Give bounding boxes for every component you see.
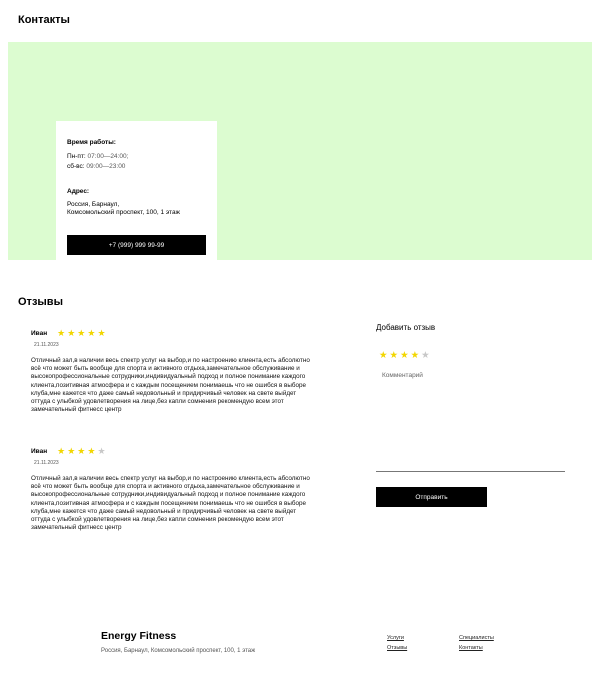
star-filled-icon[interactable]: ★ [390,351,399,361]
star-filled-icon: ★ [87,445,96,456]
phone-button[interactable]: +7 (999) 999 99-99 [67,235,206,255]
hours-weekdays-time: 07:00—24:00; [87,153,129,160]
submit-button[interactable]: Отправить [376,487,487,507]
rating-input[interactable]: ★ ★ ★ ★ ★ [379,351,430,361]
hours-weekend: сб-вс: 09:00—23:00 [67,163,125,172]
star-filled-icon[interactable]: ★ [379,351,388,361]
reviews-title: Отзывы [18,296,63,308]
star-filled-icon[interactable]: ★ [400,351,409,361]
contact-card: Время работы: Пн-пт: 07:00—24:00; сб-вс:… [56,121,217,266]
review-rating: ★ ★ ★ ★ ★ [57,445,106,456]
review-date: 21.11.2023 [34,460,59,466]
footer-address: Россия, Барнаул, Комсомольский проспект,… [101,648,256,654]
star-filled-icon: ★ [77,327,86,338]
star-filled-icon: ★ [57,327,66,338]
hours-weekend-day: сб-вс: [67,163,85,170]
footer-link-services[interactable]: Услуги [387,635,404,641]
star-filled-icon: ★ [87,327,96,338]
review-author: Иван [31,329,48,337]
working-hours-label: Время работы: [67,139,116,146]
review-rating: ★ ★ ★ ★ ★ [57,327,106,338]
footer-link-reviews[interactable]: Отзывы [387,645,407,651]
map-area[interactable]: Время работы: Пн-пт: 07:00—24:00; сб-вс:… [8,42,592,266]
star-filled-icon[interactable]: ★ [411,351,420,361]
page-title: Контакты [18,14,70,26]
hours-weekdays: Пн-пт: 07:00—24:00; [67,153,128,162]
review-text: Отличный зал,в наличии весь спектр услуг… [31,357,310,414]
star-filled-icon: ★ [97,327,106,338]
address-line-2: Комсомольский проспект, 100, 1 этаж [67,209,180,216]
address-label: Адрес: [67,188,90,195]
star-filled-icon: ★ [57,445,66,456]
review-item: Иван ★ ★ ★ ★ ★ 21.11.2023 Отличный зал,в нал… [31,446,311,532]
review-date: 21.11.2023 [34,342,59,348]
review-text: Отличный зал,в наличии весь спектр услуг… [31,475,310,532]
star-filled-icon: ★ [67,445,76,456]
hours-weekdays-day: Пн-пт: [67,153,86,160]
star-empty-icon: ★ [97,445,106,456]
comment-field[interactable] [376,368,565,472]
star-filled-icon: ★ [77,445,86,456]
star-empty-icon[interactable]: ★ [421,351,430,361]
footer-brand: Energy Fitness [101,630,177,642]
star-filled-icon: ★ [67,327,76,338]
hours-weekend-time: 09:00—23:00 [86,163,126,170]
footer-link-contacts[interactable]: Контакты [459,645,483,651]
add-review-title: Добавить отзыв [376,323,436,332]
footer-link-specialists[interactable]: Специалисты [459,635,494,641]
review-item: Иван ★ ★ ★ ★ ★ 21.11.2023 Отличный зал,в нал… [31,328,311,414]
review-author: Иван [31,447,48,455]
